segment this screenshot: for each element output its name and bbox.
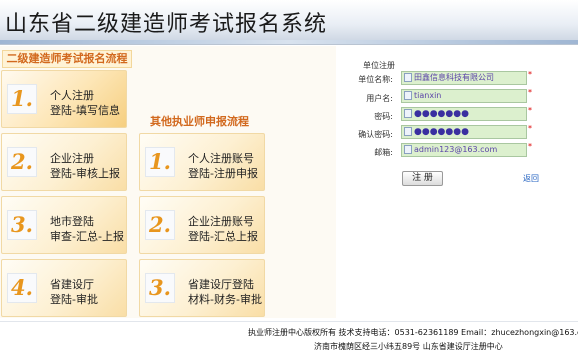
- confirm-password-label: 确认密码:: [358, 130, 393, 139]
- step-number: 3.: [145, 273, 175, 303]
- step-subtitle: 登陆-汇总上报: [188, 230, 258, 243]
- field-icon: [404, 145, 412, 154]
- field-icon: [404, 91, 412, 100]
- step-subtitle: 审查-汇总-上报: [50, 230, 124, 243]
- back-link[interactable]: 返回: [523, 173, 539, 184]
- username-field[interactable]: tianxin: [401, 89, 527, 103]
- footer-address: 济南市槐荫区经三小纬五89号 山东省建设厅注册中心: [314, 342, 503, 351]
- step-title: 地市登陆: [50, 215, 94, 228]
- section1-title: 二级建造师考试报名流程: [2, 50, 132, 68]
- step-number: 3.: [7, 210, 37, 240]
- step-card-personal-register[interactable]: 1. 个人注册 登陆-填写信息: [1, 70, 127, 128]
- register-button[interactable]: 注 册: [402, 171, 443, 186]
- required-mark: *: [528, 70, 532, 79]
- field-icon: [404, 127, 412, 136]
- step-subtitle: 登陆-填写信息: [50, 104, 120, 117]
- step-number: 1.: [7, 84, 37, 114]
- email-label: 邮箱:: [374, 148, 393, 157]
- field-icon: [404, 109, 412, 118]
- step-card-province-login[interactable]: 4. 省建设厅 登陆-审批: [1, 259, 127, 317]
- username-label: 用户名:: [366, 94, 393, 103]
- step-title: 企业注册账号: [188, 215, 254, 228]
- step-card-personal-account[interactable]: 1. 个人注册账号 登陆-注册申报: [139, 133, 265, 191]
- company-name-label: 单位名称:: [358, 75, 393, 84]
- step-card-province-dept[interactable]: 3. 省建设厅登陆 材料-财务-审批: [139, 259, 265, 317]
- footer-divider: [0, 321, 578, 322]
- step-title: 省建设厅: [50, 278, 94, 291]
- confirm-password-field[interactable]: ●●●●●●●: [401, 125, 527, 139]
- step-card-company-register[interactable]: 2. 企业注册 登陆-审核上报: [1, 133, 127, 191]
- step-subtitle: 登陆-注册申报: [188, 167, 258, 180]
- form-heading: 单位注册: [363, 61, 395, 70]
- step-number: 2.: [145, 210, 175, 240]
- app-title: 山东省二级建造师考试报名系统: [5, 12, 328, 37]
- company-name-field[interactable]: 田鑫信息科技有限公司: [401, 71, 527, 85]
- password-field[interactable]: ●●●●●●●: [401, 107, 527, 121]
- step-card-city-login[interactable]: 3. 地市登陆 审查-汇总-上报: [1, 196, 127, 254]
- step-number: 1.: [145, 147, 175, 177]
- email-field[interactable]: admin123@163.com: [401, 143, 527, 157]
- required-mark: *: [528, 124, 532, 133]
- page-header: 山东省二级建造师考试报名系统: [0, 0, 578, 45]
- section2-title: 其他执业师申报流程: [150, 115, 249, 128]
- footer-copyright: 执业师注册中心版权所有 技术支持电话：0531-62361189 Email：z…: [248, 328, 578, 337]
- password-label: 密码:: [374, 112, 393, 121]
- step-title: 企业注册: [50, 152, 94, 165]
- required-mark: *: [528, 106, 532, 115]
- step-number: 2.: [7, 147, 37, 177]
- step-subtitle: 登陆-审批: [50, 293, 98, 306]
- step-title: 个人注册: [50, 89, 94, 102]
- step-subtitle: 登陆-审核上报: [50, 167, 120, 180]
- step-title: 省建设厅登陆: [188, 278, 254, 291]
- step-subtitle: 材料-财务-审批: [188, 293, 262, 306]
- required-mark: *: [528, 142, 532, 151]
- step-title: 个人注册账号: [188, 152, 254, 165]
- header-stripe: [0, 40, 578, 44]
- step-card-company-account[interactable]: 2. 企业注册账号 登陆-汇总上报: [139, 196, 265, 254]
- required-mark: *: [528, 88, 532, 97]
- field-icon: [404, 73, 412, 82]
- step-number: 4.: [7, 273, 37, 303]
